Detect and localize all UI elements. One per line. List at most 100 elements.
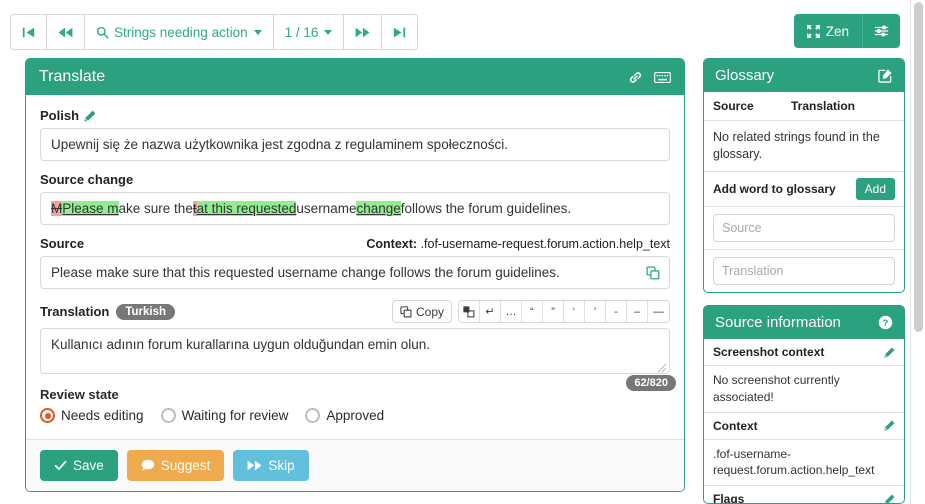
glossary-add-button[interactable]: Add xyxy=(855,177,895,200)
source-change-diff: M Please m ake sure the t at this requested … xyxy=(40,192,670,225)
previous-page-icon xyxy=(58,26,73,39)
translate-panel-body: Polish Upewnij się że nazwa użytkownika … xyxy=(26,95,684,423)
flags-label: Flags xyxy=(713,492,745,504)
source-information-header: Source information ? xyxy=(704,306,904,339)
next-page-button[interactable] xyxy=(344,15,383,49)
review-option-approved[interactable]: Approved xyxy=(305,408,384,423)
insert-right-single-quote-button[interactable]: ’ xyxy=(585,301,606,322)
screenshot-context-header: Screenshot context xyxy=(704,339,904,366)
context-inline-label: Context: xyxy=(366,237,418,251)
translate-panel: Translate Polish Upewnij się że nazwa uż… xyxy=(25,58,685,492)
pencil-icon[interactable] xyxy=(884,420,895,431)
scrollbar-thumb[interactable] xyxy=(914,2,923,332)
save-button[interactable]: Save xyxy=(40,450,118,481)
zen-mode-button[interactable]: Zen xyxy=(793,14,862,48)
display-settings-button[interactable] xyxy=(862,14,900,48)
translation-block: Translation Turkish Copy ↵ … “ ” ‘ ’ - –… xyxy=(40,300,676,391)
insert-hyphen-button[interactable]: - xyxy=(606,301,627,322)
diff-deleted-text: M xyxy=(51,201,63,216)
glossary-add-row: Add word to glossary Add xyxy=(704,172,904,207)
diff-unchanged-text: follows the forum guidelines. xyxy=(400,201,572,216)
insert-newline-button[interactable]: ↵ xyxy=(480,301,501,322)
svg-text:?: ? xyxy=(883,318,889,328)
page-scrollbar[interactable] xyxy=(910,0,925,504)
first-page-button[interactable] xyxy=(11,15,47,49)
source-label-row: Source Context: .fof-username-request.fo… xyxy=(40,236,670,256)
search-filter-button[interactable]: Strings needing action xyxy=(85,15,274,49)
save-button-label: Save xyxy=(73,458,104,473)
context-inline: Context: .fof-username-request.forum.act… xyxy=(366,237,670,251)
position-label: 1 / 16 xyxy=(284,24,319,40)
source-change-label: Source change xyxy=(40,172,134,187)
translation-header: Translation Turkish Copy ↵ … “ ” ‘ ’ - –… xyxy=(40,300,670,323)
insert-left-double-quote-button[interactable]: “ xyxy=(522,301,543,322)
last-page-icon xyxy=(393,26,406,39)
translation-input-wrap: 62/820 xyxy=(40,328,676,391)
translate-panel-header: Translate xyxy=(26,59,684,95)
comment-icon xyxy=(141,459,155,472)
insert-right-double-quote-button[interactable]: ” xyxy=(543,301,564,322)
translation-language-badge: Turkish xyxy=(116,303,176,320)
source-information-title: Source information xyxy=(715,314,841,331)
source-text-box: Please make sure that this requested use… xyxy=(40,256,670,289)
screenshot-context-value: No screenshot currently associated! xyxy=(704,366,904,413)
context-inline-value: .fof-username-request.forum.action.help_… xyxy=(420,237,670,251)
glossary-panel-header: Glossary xyxy=(704,59,904,92)
character-counter: 62/820 xyxy=(626,375,676,391)
diff-inserted-text: Please m xyxy=(62,201,119,216)
glossary-source-input[interactable] xyxy=(713,213,895,242)
insert-en-dash-button[interactable]: – xyxy=(627,301,648,322)
search-filter-label: Strings needing action xyxy=(114,24,248,40)
check-icon xyxy=(54,459,67,472)
top-navigation: Strings needing action 1 / 16 xyxy=(10,14,419,50)
zen-button-group: Zen xyxy=(793,14,900,48)
copy-icon[interactable] xyxy=(646,265,660,280)
pencil-icon[interactable] xyxy=(884,347,895,358)
secondary-language-text: Upewnij się że nazwa użytkownika jest zg… xyxy=(40,128,670,161)
review-state-radio-group: Needs editing Waiting for review Approve… xyxy=(40,408,670,423)
chevron-down-icon xyxy=(253,29,262,35)
previous-page-button[interactable] xyxy=(47,15,85,49)
source-label: Source xyxy=(40,236,85,251)
translate-panel-title: Translate xyxy=(39,68,106,85)
source-information-panel: Source information ? Screenshot context … xyxy=(703,305,905,504)
radio-needs-editing[interactable] xyxy=(40,408,55,423)
diff-inserted-text: change xyxy=(356,201,401,216)
review-option-needs-editing[interactable]: Needs editing xyxy=(40,408,144,423)
diff-inserted-text: at this requested xyxy=(196,201,297,216)
context-header: Context xyxy=(704,413,904,440)
glossary-col-source: Source xyxy=(713,99,754,113)
copy-icon xyxy=(400,305,412,318)
special-chars-group: ↵ … “ ” ‘ ’ - – — xyxy=(458,300,670,323)
suggest-button[interactable]: Suggest xyxy=(126,450,225,481)
pencil-icon[interactable] xyxy=(84,110,96,122)
next-page-icon xyxy=(355,26,370,39)
weblate-translate-page: Strings needing action 1 / 16 Zen Transl… xyxy=(0,0,925,504)
radio-waiting-for-review[interactable] xyxy=(160,408,176,423)
glossary-translation-input[interactable] xyxy=(713,256,895,285)
radio-approved[interactable] xyxy=(305,408,321,423)
translation-toolbar: Copy ↵ … “ ” ‘ ’ - – — xyxy=(391,300,670,323)
edit-square-icon[interactable] xyxy=(878,68,893,83)
last-page-button[interactable] xyxy=(382,15,418,49)
toggle-clone-icon[interactable] xyxy=(459,301,480,322)
pencil-icon[interactable] xyxy=(884,494,895,503)
context-label: Context xyxy=(713,418,758,433)
position-dropdown-button[interactable]: 1 / 16 xyxy=(273,15,345,49)
glossary-source-row xyxy=(704,207,904,250)
keyboard-icon[interactable] xyxy=(654,71,671,84)
secondary-language-label: Polish xyxy=(40,108,80,123)
translation-label: Translation xyxy=(40,304,110,319)
insert-em-dash-button[interactable]: — xyxy=(648,301,669,322)
copy-source-button[interactable]: Copy xyxy=(391,300,452,323)
arrows-expand-icon xyxy=(806,24,820,38)
sliders-icon xyxy=(874,24,889,38)
translation-textarea[interactable] xyxy=(40,328,670,374)
review-option-waiting-for-review[interactable]: Waiting for review xyxy=(160,408,288,423)
skip-button[interactable]: Skip xyxy=(233,450,309,481)
insert-left-single-quote-button[interactable]: ‘ xyxy=(564,301,585,322)
question-circle-icon[interactable]: ? xyxy=(878,315,893,330)
link-icon[interactable] xyxy=(628,70,643,85)
screenshot-context-label: Screenshot context xyxy=(713,345,825,359)
insert-ellipsis-button[interactable]: … xyxy=(501,301,522,322)
